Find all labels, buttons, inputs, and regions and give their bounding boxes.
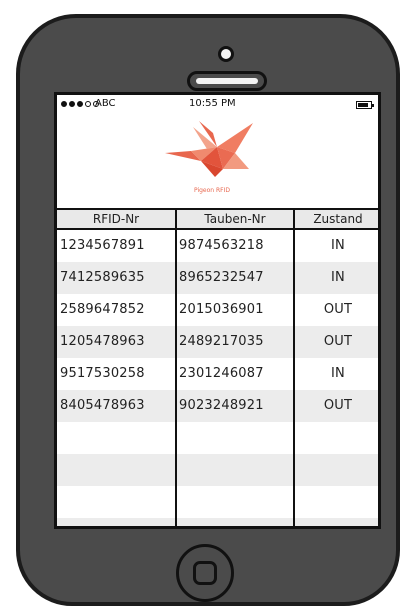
- rfid-cell: 8405478963: [60, 398, 145, 413]
- zustand-cell: [295, 518, 378, 526]
- tauben-cell: 9023248921: [179, 398, 264, 413]
- table-row[interactable]: 1205478963 2489217035 OUT: [57, 326, 378, 358]
- tauben-cell: [179, 518, 293, 526]
- tauben-cell: 2301246087: [179, 366, 264, 381]
- column-header-rfid[interactable]: RFID-Nr: [57, 210, 175, 228]
- rfid-cell: [60, 454, 175, 486]
- home-button[interactable]: [176, 544, 234, 602]
- signal-strength-icon: [61, 101, 99, 107]
- zustand-cell: IN: [331, 238, 345, 253]
- rfid-cell: 1234567891: [60, 238, 145, 253]
- table-row[interactable]: 7412589635 8965232547 IN: [57, 262, 378, 294]
- zustand-cell: [295, 486, 378, 518]
- table-row[interactable]: [57, 518, 378, 526]
- column-divider: [293, 210, 295, 526]
- table-row[interactable]: [57, 486, 378, 518]
- zustand-cell: OUT: [323, 302, 353, 317]
- tauben-cell: [179, 454, 293, 486]
- tauben-cell: 9874563218: [179, 238, 264, 253]
- pigeon-bird-icon: [165, 121, 253, 177]
- column-header-zustand[interactable]: Zustand: [295, 210, 378, 228]
- table-body: 1234567891 9874563218 IN 7412589635 89652325…: [57, 230, 378, 526]
- column-divider: [175, 210, 177, 526]
- rfid-cell: [60, 486, 175, 518]
- rfid-cell: 2589647852: [60, 302, 145, 317]
- tauben-cell: 2015036901: [179, 302, 264, 317]
- rfid-cell: [60, 518, 175, 526]
- rfid-cell: 9517530258: [60, 366, 145, 381]
- table-row[interactable]: 1234567891 9874563218 IN: [57, 230, 378, 262]
- zustand-cell: [295, 422, 378, 454]
- status-bar: ABC 10:55 PM: [57, 95, 378, 117]
- rfid-cell: 1205478963: [60, 334, 145, 349]
- rfid-table: RFID-Nr Tauben-Nr Zustand 1234567891 9874…: [57, 210, 378, 526]
- rfid-cell: 7412589635: [60, 270, 145, 285]
- app-header: Pigeon RFID: [57, 117, 378, 210]
- status-time: 10:55 PM: [189, 98, 236, 109]
- speaker-grille: [187, 71, 267, 91]
- logo-caption: Pigeon RFID: [193, 187, 231, 194]
- table-header: RFID-Nr Tauben-Nr Zustand: [57, 210, 378, 230]
- pigeon-logo: Pigeon RFID: [157, 117, 267, 199]
- zustand-cell: IN: [331, 366, 345, 381]
- table-row[interactable]: 2589647852 2015036901 OUT: [57, 294, 378, 326]
- table-row[interactable]: 8405478963 9023248921 OUT: [57, 390, 378, 422]
- table-row[interactable]: 9517530258 2301246087 IN: [57, 358, 378, 390]
- battery-icon: [356, 101, 374, 109]
- column-header-tauben[interactable]: Tauben-Nr: [177, 210, 293, 228]
- tauben-cell: 8965232547: [179, 270, 264, 285]
- phone-screen: ABC 10:55 PM Pigeon RFID RFID-Nr Tauben-…: [54, 92, 381, 529]
- tauben-cell: [179, 422, 293, 454]
- tauben-cell: 2489217035: [179, 334, 264, 349]
- carrier-label: ABC: [95, 98, 116, 109]
- zustand-cell: [295, 454, 378, 486]
- camera-icon: [218, 46, 234, 62]
- table-row[interactable]: [57, 454, 378, 486]
- table-row[interactable]: [57, 422, 378, 454]
- zustand-cell: OUT: [323, 334, 353, 349]
- tauben-cell: [179, 486, 293, 518]
- rfid-cell: [60, 422, 175, 454]
- zustand-cell: OUT: [323, 398, 353, 413]
- zustand-cell: IN: [331, 270, 345, 285]
